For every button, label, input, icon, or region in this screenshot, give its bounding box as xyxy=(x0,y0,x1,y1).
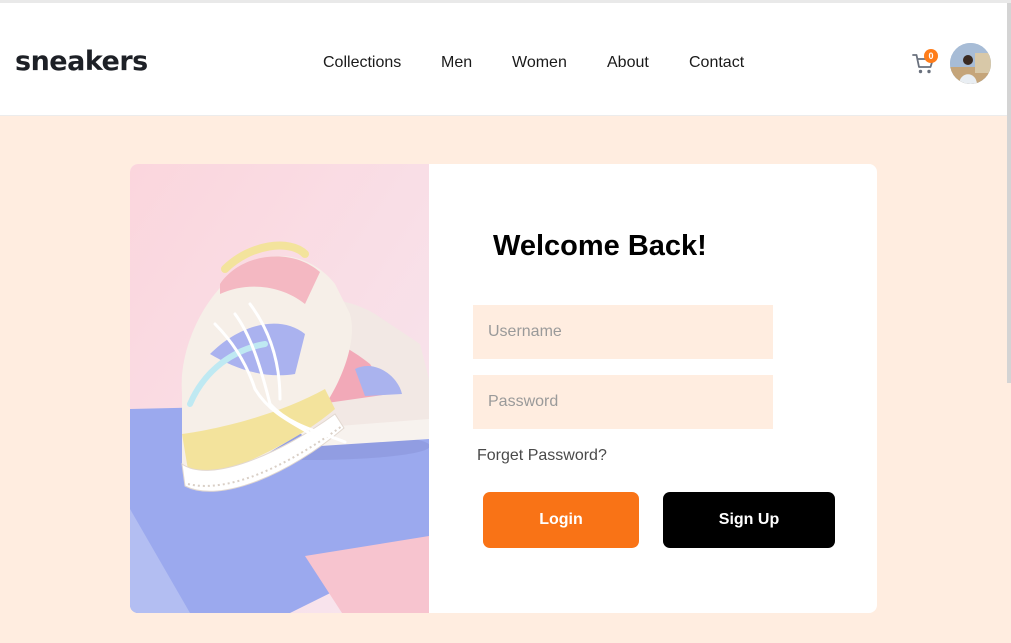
cart-count-badge: 0 xyxy=(924,49,938,63)
nav-link-men[interactable]: Men xyxy=(441,53,472,73)
site-logo[interactable]: sneakers xyxy=(15,46,148,78)
signup-button[interactable]: Sign Up xyxy=(663,492,835,548)
login-card: Welcome Back! Forget Password? Login Sig… xyxy=(130,164,877,613)
user-avatar[interactable] xyxy=(950,43,991,84)
nav-link-women[interactable]: Women xyxy=(512,53,567,73)
username-input[interactable] xyxy=(473,305,773,359)
nav-link-contact[interactable]: Contact xyxy=(689,53,744,73)
avatar-image xyxy=(950,43,991,84)
nav-link-collections[interactable]: Collections xyxy=(323,53,401,73)
login-button[interactable]: Login xyxy=(483,492,639,548)
nav-link-about[interactable]: About xyxy=(607,53,649,73)
password-input[interactable] xyxy=(473,375,773,429)
sneaker-image xyxy=(130,164,429,613)
forgot-password-link[interactable]: Forget Password? xyxy=(477,447,607,465)
site-header: sneakers Collections Men Women About Con… xyxy=(0,3,1007,116)
page-scrollbar[interactable] xyxy=(1007,3,1011,383)
sneaker-photo xyxy=(130,164,429,613)
cart-button[interactable]: 0 xyxy=(912,49,938,75)
login-title: Welcome Back! xyxy=(493,230,707,262)
